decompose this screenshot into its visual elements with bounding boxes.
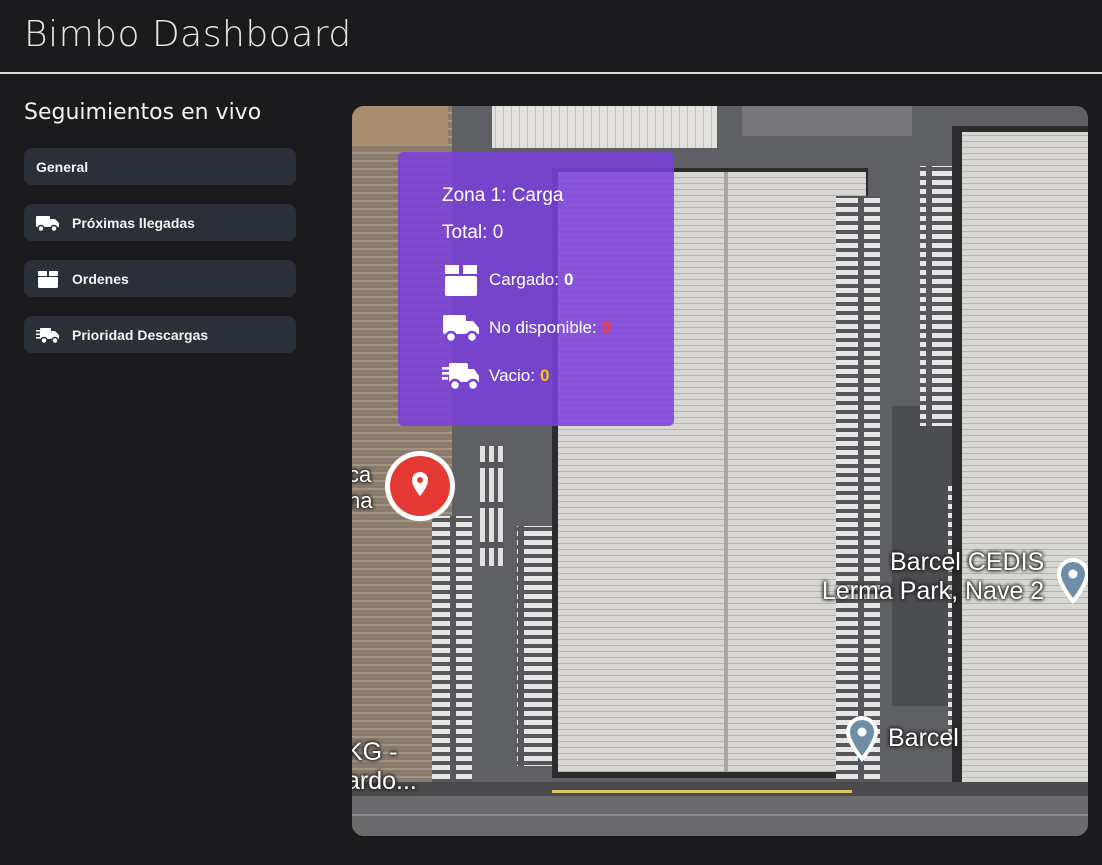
app-header: Bimbo Dashboard — [0, 0, 1102, 74]
zone-row-label: No disponible: — [489, 318, 597, 337]
box-icon — [38, 270, 58, 288]
fast-truck-icon — [36, 327, 59, 344]
sidebar-heading: Seguimientos en vivo — [24, 100, 262, 125]
zone-row-label: Vacio: — [489, 366, 535, 385]
map-label-left-partial: ca na — [352, 462, 373, 513]
zone-row-label: Cargado: — [489, 270, 559, 289]
map-label-bottom-partial: KG - ardo... — [352, 738, 417, 795]
sidebar-item-label: Prioridad Descargas — [72, 326, 209, 343]
box-icon — [445, 265, 477, 296]
zone-info-card: Zona 1: Carga Total: 0 Cargado: 0 No dis… — [398, 152, 674, 426]
zone-row-value: 0 — [563, 270, 574, 289]
sidebar-item-label: Ordenes — [72, 270, 129, 287]
zone-title: Zona 1: Carga — [442, 185, 564, 206]
map-label-barcel: Barcel — [888, 724, 959, 752]
poi-pin-icon[interactable] — [842, 714, 882, 766]
truck-icon — [36, 215, 59, 232]
zone-row-value: 0 — [601, 318, 612, 337]
sidebar: Seguimientos en vivo General Próximas ll… — [24, 100, 296, 372]
zone-row-cargado: Cargado: 0 — [442, 256, 674, 304]
map-label-cedis: Barcel CEDIS Lerma Park, Nave 2 — [821, 548, 1045, 605]
zone-row-vacio: Vacio: 0 — [442, 352, 674, 400]
satellite-map[interactable]: ca na Barcel CEDIS Lerma Park, Nave 2 Ba… — [352, 106, 1088, 836]
zone-total: Total: 0 — [442, 222, 504, 243]
sidebar-item-ordenes[interactable]: Ordenes — [24, 260, 296, 297]
sidebar-item-proximas-llegadas[interactable]: Próximas llegadas — [24, 204, 296, 241]
fast-truck-icon — [442, 363, 480, 392]
sidebar-item-label: General — [36, 158, 89, 175]
location-pin-icon[interactable] — [382, 448, 458, 524]
sidebar-item-general[interactable]: General — [24, 148, 296, 185]
truck-icon — [443, 315, 479, 344]
sidebar-item-prioridad-descargas[interactable]: Prioridad Descargas — [24, 316, 296, 353]
app-title: Bimbo Dashboard — [24, 14, 352, 55]
zone-row-value: 0 — [540, 366, 550, 385]
sidebar-item-label: Próximas llegadas — [72, 214, 195, 231]
zone-row-no-disponible: No disponible: 0 — [442, 304, 674, 352]
poi-pin-icon[interactable] — [1055, 556, 1088, 608]
